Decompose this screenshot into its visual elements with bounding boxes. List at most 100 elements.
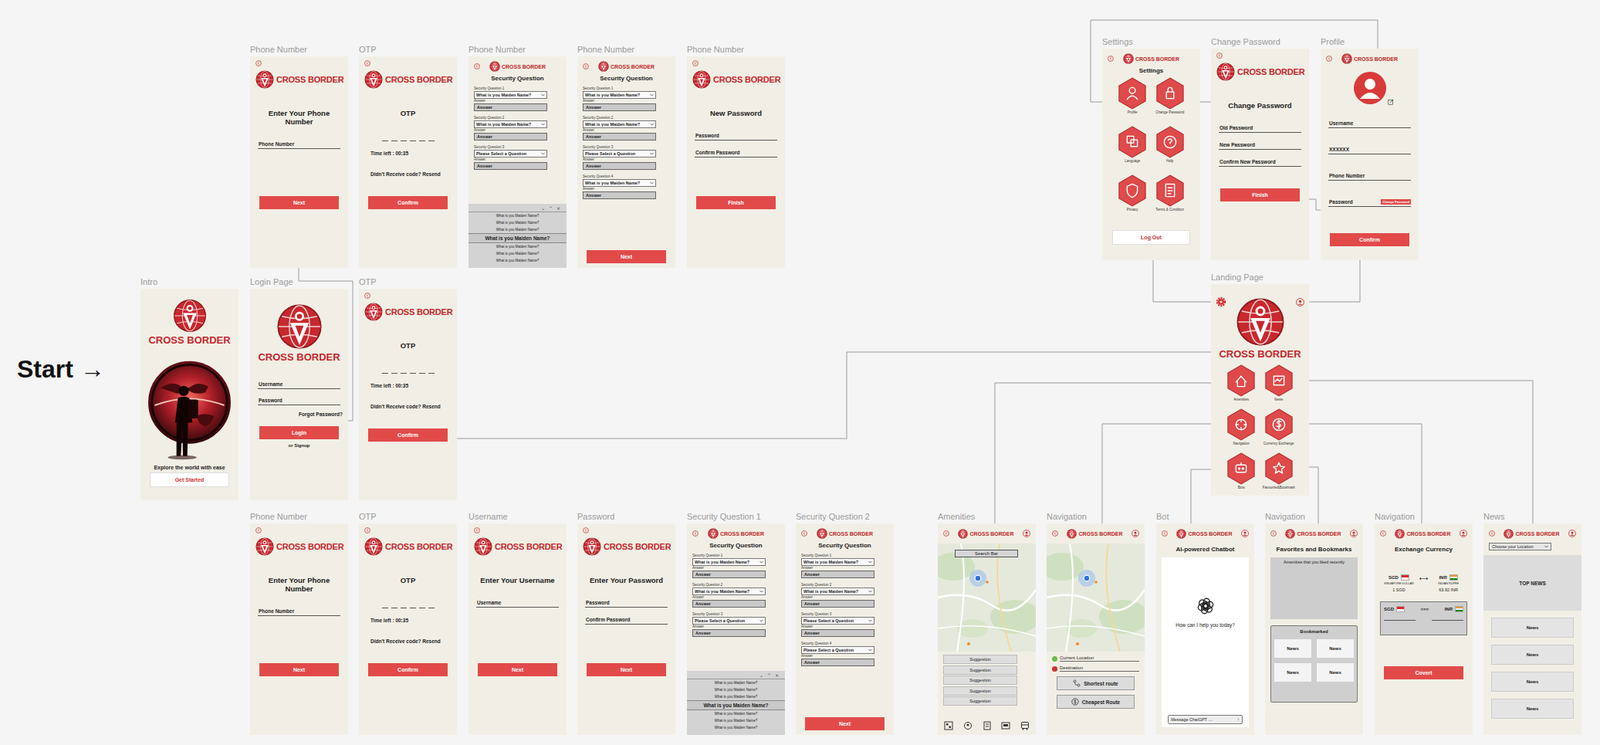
suggestion-item[interactable]: Suggestion bbox=[943, 686, 1018, 696]
map[interactable] bbox=[1046, 543, 1145, 652]
hex-icon[interactable] bbox=[1155, 174, 1185, 207]
route-button[interactable]: Cheapest Route bbox=[1056, 694, 1135, 709]
avatar-icon[interactable] bbox=[1353, 71, 1387, 105]
change-password-badge[interactable]: Change Password bbox=[1380, 199, 1411, 205]
route-row[interactable]: Destination bbox=[1052, 665, 1140, 672]
input-field[interactable]: Phone Number bbox=[257, 608, 341, 616]
secondary-button[interactable]: Log Out bbox=[1112, 230, 1191, 245]
otp-input[interactable] bbox=[364, 140, 452, 142]
question-select[interactable]: What is you Maiden Name? bbox=[582, 91, 657, 99]
suggestion-item[interactable]: Suggestion bbox=[943, 675, 1018, 685]
suggestion-item[interactable]: Suggestion bbox=[943, 696, 1018, 706]
picker-control[interactable]: ⌄ bbox=[759, 672, 764, 678]
question-select[interactable]: Please Select a Question bbox=[473, 149, 548, 158]
input-field[interactable]: Phone Number bbox=[1328, 172, 1411, 181]
phone-frame[interactable]: CROSS BORDERSearch BarSuggestionSuggesti… bbox=[937, 523, 1036, 735]
phone-frame[interactable]: CROSS BORDERSettingsProfileChange Passwo… bbox=[1102, 48, 1201, 261]
phone-frame[interactable]: CROSS BORDERUsernameXXXXXXPhone NumberPa… bbox=[1320, 48, 1419, 261]
hex-item[interactable]: Change Password bbox=[1155, 77, 1185, 116]
picker-option[interactable]: What is you Maiden Name? bbox=[686, 700, 785, 711]
option-picker[interactable]: ⌄⌃×What is you Maiden Name?What is you M… bbox=[468, 203, 567, 268]
avatar[interactable] bbox=[1326, 71, 1414, 105]
phone-frame[interactable]: CROSS BORDERNew PasswordPasswordConfirm … bbox=[686, 56, 785, 268]
profile-icon[interactable] bbox=[1295, 297, 1305, 307]
phone-frame[interactable]: CROSS BORDERFavorites and BookmarksAmeni… bbox=[1265, 523, 1364, 735]
location-select[interactable]: Choose your Location bbox=[1488, 542, 1552, 551]
answer-input[interactable]: Answer bbox=[582, 191, 657, 200]
forgot-password-link[interactable]: Forgot Password? bbox=[255, 411, 343, 417]
input-field[interactable]: PasswordChange Password bbox=[1328, 199, 1411, 207]
answer-input[interactable]: Answer bbox=[692, 599, 766, 608]
question-select[interactable]: What is you Maiden Name? bbox=[692, 558, 766, 566]
back-icon[interactable] bbox=[364, 292, 371, 299]
otp-digit[interactable] bbox=[419, 140, 426, 142]
picker-control[interactable]: × bbox=[556, 205, 561, 211]
hex-icon[interactable] bbox=[1264, 452, 1294, 485]
bookmark-card[interactable]: News bbox=[1274, 639, 1312, 658]
phone-frame[interactable]: CROSS BORDERAI-powered ChatbotHow can I … bbox=[1156, 523, 1255, 735]
hex-icon[interactable] bbox=[1117, 174, 1147, 207]
question-select[interactable]: What is you Maiden Name? bbox=[582, 120, 657, 129]
primary-button[interactable]: Next bbox=[586, 250, 667, 264]
phone-frame[interactable]: CROSS BORDERExchange CurrencySGDSINGAPOR… bbox=[1374, 523, 1473, 735]
answer-input[interactable]: Answer bbox=[801, 570, 875, 579]
picker-control[interactable]: ⌄ bbox=[541, 205, 545, 211]
picker-option[interactable]: What is you Maiden Name? bbox=[714, 710, 758, 718]
phone-frame[interactable]: CROSS BORDERSecurity QuestionSecurity Qu… bbox=[686, 523, 785, 735]
route-input[interactable]: Current Location bbox=[1059, 655, 1140, 662]
phone-frame[interactable]: CROSS BORDERChange PasswordOld PasswordN… bbox=[1210, 48, 1310, 261]
primary-button[interactable]: Next bbox=[586, 663, 667, 677]
answer-input[interactable]: Answer bbox=[692, 570, 766, 579]
otp-digit[interactable] bbox=[382, 607, 389, 609]
input-field[interactable]: Old Password bbox=[1218, 125, 1302, 133]
hex-item[interactable]: Favourite&Bookmark bbox=[1262, 452, 1296, 491]
back-icon[interactable] bbox=[1216, 52, 1223, 59]
question-select[interactable]: Please Select a Question bbox=[692, 616, 766, 625]
input-field[interactable]: Username bbox=[257, 381, 341, 390]
back-icon[interactable] bbox=[1380, 530, 1387, 537]
news-item[interactable]: News bbox=[1491, 644, 1574, 665]
back-icon[interactable] bbox=[1161, 530, 1168, 537]
hex-item[interactable]: Bots bbox=[1226, 452, 1256, 491]
hex-icon[interactable] bbox=[1264, 408, 1294, 441]
hex-item[interactable]: News bbox=[1264, 364, 1294, 403]
route-button[interactable]: Shortest route bbox=[1056, 676, 1135, 691]
back-icon[interactable] bbox=[364, 527, 371, 534]
otp-input[interactable] bbox=[364, 372, 452, 374]
primary-button[interactable]: Covert bbox=[1383, 666, 1464, 680]
back-icon[interactable] bbox=[692, 530, 699, 537]
otp-digit[interactable] bbox=[428, 372, 435, 374]
suggestion-item[interactable]: Suggestion bbox=[943, 665, 1018, 675]
hex-icon[interactable] bbox=[1117, 77, 1147, 110]
primary-button[interactable]: Next bbox=[477, 663, 558, 677]
phone-frame[interactable]: CROSS BORDEROTPTime left : 00:35Didn't R… bbox=[358, 523, 457, 735]
hex-item[interactable]: Terms & Condition bbox=[1155, 174, 1185, 213]
otp-digit[interactable] bbox=[419, 372, 426, 374]
back-icon[interactable] bbox=[473, 527, 481, 534]
primary-button[interactable]: Login bbox=[259, 426, 339, 440]
phone-frame[interactable]: CROSS BORDEREnter Your PasswordPasswordC… bbox=[577, 523, 676, 735]
otp-digit[interactable] bbox=[428, 140, 435, 142]
otp-digit[interactable] bbox=[419, 607, 426, 609]
picker-option[interactable]: What is you Maiden Name? bbox=[496, 226, 539, 234]
otp-digit[interactable] bbox=[391, 140, 398, 142]
picker-option[interactable]: What is you Maiden Name? bbox=[714, 717, 758, 724]
amount-input[interactable] bbox=[1431, 619, 1464, 621]
question-select[interactable]: What is you Maiden Name? bbox=[582, 179, 657, 187]
gear-icon[interactable] bbox=[1215, 296, 1227, 308]
hex-item[interactable]: Profile bbox=[1117, 77, 1147, 116]
input-field[interactable]: Confirm New Password bbox=[1218, 158, 1302, 167]
back-icon[interactable] bbox=[1488, 530, 1496, 537]
amenity-icon[interactable] bbox=[943, 720, 954, 731]
primary-button[interactable]: Confirm bbox=[368, 428, 448, 442]
back-icon[interactable] bbox=[473, 63, 481, 70]
phone-frame[interactable]: CROSS BORDERCurrent LocationDestinationS… bbox=[1046, 523, 1145, 735]
question-select[interactable]: Please Select a Question bbox=[582, 149, 657, 158]
answer-input[interactable]: Answer bbox=[473, 103, 548, 112]
input-field[interactable]: New Password bbox=[1218, 142, 1302, 150]
amenity-icon[interactable] bbox=[1001, 720, 1011, 731]
input-field[interactable]: Password bbox=[585, 599, 668, 608]
hex-icon[interactable] bbox=[1226, 408, 1256, 441]
phone-frame[interactable]: CROSS BORDEROTPTime left : 00:35Didn't R… bbox=[358, 288, 457, 501]
hex-icon[interactable] bbox=[1155, 77, 1185, 110]
